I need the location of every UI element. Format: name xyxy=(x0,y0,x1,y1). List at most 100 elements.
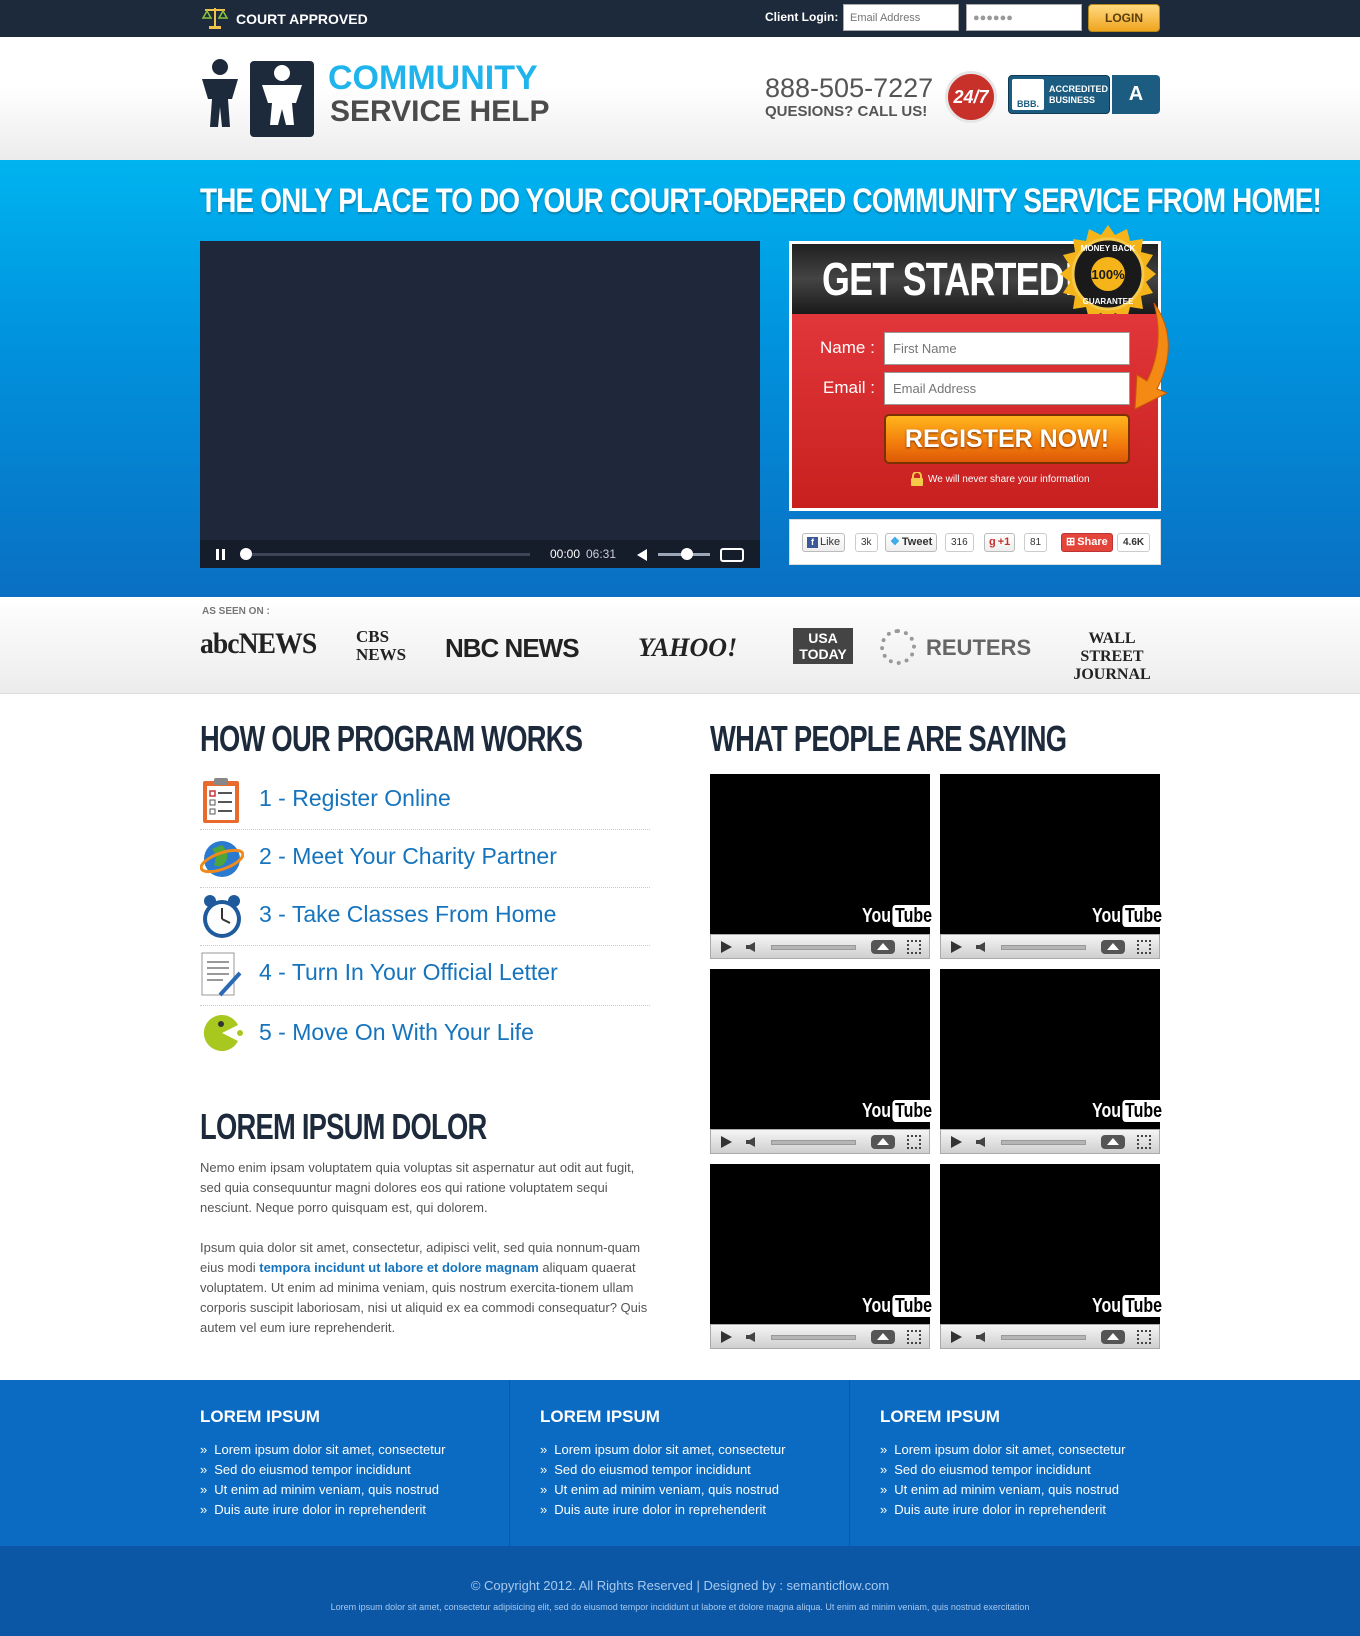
youtube-progress-track[interactable] xyxy=(771,1335,856,1340)
footer-link[interactable]: » Lorem ipsum dolor sit amet, consectetur xyxy=(200,1442,445,1457)
youtube-progress-track[interactable] xyxy=(771,945,856,950)
testimonials-title: WHAT PEOPLE ARE SAYING xyxy=(710,718,1067,759)
play-icon[interactable] xyxy=(721,941,732,953)
testimonial-video[interactable]: You Tube xyxy=(710,969,935,1154)
share-count: 4.6K xyxy=(1117,533,1151,552)
lorem-highlight-link[interactable]: tempora incidunt ut labore et dolore mag… xyxy=(259,1260,539,1275)
youtube-logo-tube: Tube xyxy=(1122,1295,1165,1317)
footer-column: LOREM IPSUM » Lorem ipsum dolor sit amet, … xyxy=(200,1380,540,1546)
login-button[interactable]: LOGIN xyxy=(1088,4,1160,32)
pause-icon[interactable] xyxy=(216,549,225,560)
footer-link[interactable]: » Sed do eiusmod tempor incididunt xyxy=(880,1462,1091,1477)
step-5[interactable]: 5 - Move On With Your Life xyxy=(200,1006,650,1064)
footer-column: LOREM IPSUM » Lorem ipsum dolor sit amet, … xyxy=(880,1380,1220,1546)
play-icon[interactable] xyxy=(721,1136,732,1148)
footer-link[interactable]: » Ut enim ad minim veniam, quis nostrud xyxy=(200,1482,439,1497)
step-3[interactable]: 3 - Take Classes From Home xyxy=(200,888,650,946)
volume-knob[interactable] xyxy=(680,548,693,560)
footer-link[interactable]: » Lorem ipsum dolor sit amet, consectetur xyxy=(880,1442,1125,1457)
footer-link[interactable]: » Sed do eiusmod tempor incididunt xyxy=(200,1462,411,1477)
youtube-progress-track[interactable] xyxy=(771,1140,856,1145)
facebook-like-button[interactable]: f Like xyxy=(802,533,846,552)
footer-link-label: Duis aute irure dolor in reprehenderit xyxy=(894,1502,1106,1517)
youtube-controls xyxy=(710,934,930,959)
play-icon[interactable] xyxy=(721,1331,732,1343)
eject-icon[interactable] xyxy=(871,940,895,954)
chevron-right-icon: » xyxy=(540,1462,548,1477)
video-progress-track[interactable] xyxy=(242,553,530,556)
footer-link[interactable]: » Sed do eiusmod tempor incididunt xyxy=(540,1462,751,1477)
step-1[interactable]: 1 - Register Online xyxy=(200,772,650,830)
eject-icon[interactable] xyxy=(871,1135,895,1149)
youtube-logo-you: You xyxy=(862,1100,892,1122)
badge-247: 24/7 xyxy=(945,71,997,123)
testimonial-video[interactable]: You Tube xyxy=(710,1164,935,1349)
fullscreen-icon[interactable] xyxy=(907,940,921,954)
volume-icon[interactable] xyxy=(746,942,755,952)
step-4[interactable]: 4 - Turn In Your Official Letter xyxy=(200,946,650,1006)
footer-link[interactable]: » Ut enim ad minim veniam, quis nostrud xyxy=(880,1482,1119,1497)
footer-link-label: Ut enim ad minim veniam, quis nostrud xyxy=(214,1482,439,1497)
play-icon[interactable] xyxy=(951,1331,962,1343)
fullscreen-icon[interactable] xyxy=(1137,1330,1151,1344)
youtube-logo-tube: Tube xyxy=(892,1100,935,1122)
first-name-input[interactable] xyxy=(884,332,1130,365)
youtube-progress-track[interactable] xyxy=(1001,945,1086,950)
volume-icon[interactable] xyxy=(976,942,985,952)
email-input[interactable] xyxy=(884,372,1130,405)
youtube-logo-you: You xyxy=(862,1295,892,1317)
footer-link[interactable]: » Ut enim ad minim veniam, quis nostrud xyxy=(540,1482,779,1497)
video-progress-knob[interactable] xyxy=(240,548,252,560)
fullscreen-icon[interactable] xyxy=(1137,1135,1151,1149)
phone-number[interactable]: 888-505-7227 xyxy=(765,73,933,104)
volume-icon[interactable] xyxy=(637,549,647,561)
reuters-logo: REUTERS xyxy=(880,629,1031,665)
bbb-logo: BBB. xyxy=(1012,79,1044,110)
play-icon[interactable] xyxy=(951,1136,962,1148)
eject-icon[interactable] xyxy=(1101,940,1125,954)
eject-icon[interactable] xyxy=(871,1330,895,1344)
footer-link[interactable]: » Duis aute irure dolor in reprehenderit xyxy=(540,1502,766,1517)
footer-link[interactable]: » Duis aute irure dolor in reprehenderit xyxy=(880,1502,1106,1517)
play-icon[interactable] xyxy=(951,941,962,953)
google-plus-button[interactable]: g +1 xyxy=(984,533,1016,552)
youtube-progress-track[interactable] xyxy=(1001,1140,1086,1145)
eject-icon[interactable] xyxy=(1101,1135,1125,1149)
volume-icon[interactable] xyxy=(976,1137,985,1147)
video-controls: 00:00 06:31 xyxy=(200,540,760,568)
fullscreen-icon[interactable] xyxy=(907,1330,921,1344)
globe-icon xyxy=(200,841,244,877)
fullscreen-icon[interactable] xyxy=(720,548,744,562)
testimonial-video[interactable]: You Tube xyxy=(940,1164,1165,1349)
chevron-right-icon: » xyxy=(880,1442,888,1457)
testimonial-video[interactable]: You Tube xyxy=(940,969,1165,1154)
login-password-input[interactable] xyxy=(966,4,1082,31)
bbb-accredited-badge[interactable]: BBB. ACCREDITED BUSINESS xyxy=(1008,75,1110,114)
document-pen-icon xyxy=(201,952,242,997)
volume-icon[interactable] xyxy=(746,1332,755,1342)
wall-street-journal-logo: WALL STREET JOURNAL xyxy=(1073,630,1151,683)
register-now-button[interactable]: REGISTER NOW! xyxy=(884,414,1130,464)
tweet-button[interactable]: ❖ Tweet xyxy=(885,533,938,552)
eject-icon[interactable] xyxy=(1101,1330,1125,1344)
testimonial-video[interactable]: You Tube xyxy=(710,774,935,959)
chevron-right-icon: » xyxy=(540,1482,548,1497)
volume-icon[interactable] xyxy=(746,1137,755,1147)
footer-link[interactable]: » Duis aute irure dolor in reprehenderit xyxy=(200,1502,426,1517)
main-content: HOW OUR PROGRAM WORKS 1 - Register Onlin… xyxy=(200,694,1165,1380)
fullscreen-icon[interactable] xyxy=(907,1135,921,1149)
fine-print: Lorem ipsum dolor sit amet, consectetur … xyxy=(330,1602,1030,1612)
testimonial-video[interactable]: You Tube xyxy=(940,774,1165,959)
fullscreen-icon[interactable] xyxy=(1137,940,1151,954)
share-button[interactable]: ⊞ Share xyxy=(1061,533,1113,552)
community-people-logo-icon[interactable] xyxy=(200,57,320,142)
footer-link-label: Lorem ipsum dolor sit amet, consectetur xyxy=(554,1442,786,1457)
youtube-logo: You Tube xyxy=(862,905,935,928)
footer-link[interactable]: » Lorem ipsum dolor sit amet, consectetur xyxy=(540,1442,785,1457)
video-player[interactable]: 00:00 06:31 xyxy=(200,241,760,568)
volume-icon[interactable] xyxy=(976,1332,985,1342)
youtube-progress-track[interactable] xyxy=(1001,1335,1086,1340)
youtube-logo-you: You xyxy=(862,905,892,927)
step-2[interactable]: 2 - Meet Your Charity Partner xyxy=(200,830,650,888)
login-email-input[interactable] xyxy=(843,4,959,31)
